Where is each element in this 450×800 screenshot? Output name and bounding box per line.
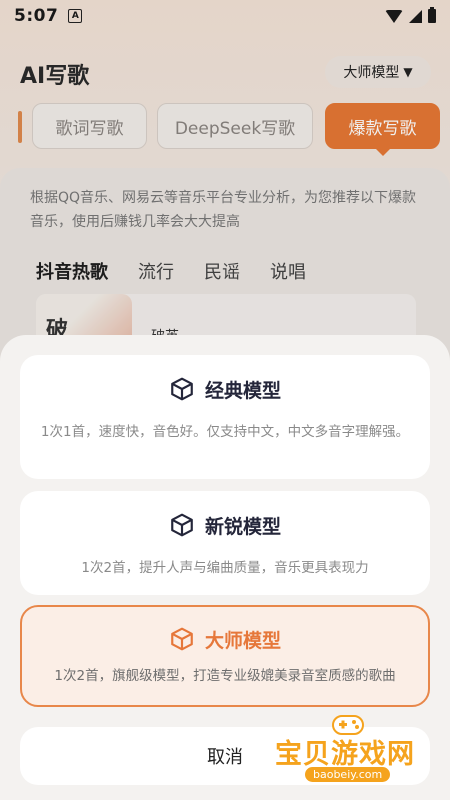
cube-icon [171, 377, 193, 401]
cancel-label: 取消 [207, 747, 243, 768]
watermark-text: 宝贝游戏网 [275, 739, 415, 770]
option-header: 经典模型 [22, 373, 428, 405]
option-title: 新锐模型 [204, 515, 281, 538]
option-classic-model[interactable]: 经典模型 1次1首，速度快，音色好。仅支持中文，中文多音字理解强。 [20, 355, 430, 479]
option-description: 1次2首，旗舰级模型，打造专业级媲美录音室质感的歌曲 [54, 668, 396, 684]
cube-icon [171, 513, 193, 537]
option-description: 1次2首，提升人声与编曲质量，音乐更具表现力 [81, 560, 369, 576]
option-new-model[interactable]: 新锐模型 1次2首，提升人声与编曲质量，音乐更具表现力 [20, 491, 430, 595]
option-title: 大师模型 [204, 629, 281, 652]
cube-icon [171, 627, 193, 651]
option-master-model[interactable]: 大师模型 1次2首，旗舰级模型，打造专业级媲美录音室质感的歌曲 [20, 605, 430, 707]
option-title: 经典模型 [204, 379, 281, 402]
watermark-domain: baobeiy.com [305, 767, 391, 782]
option-header: 大师模型 [22, 623, 428, 655]
option-description: 1次1首，速度快，音色好。仅支持中文，中文多音字理解强。 [40, 424, 410, 440]
watermark: 宝贝游戏网 baobeiy.com [275, 712, 445, 792]
option-header: 新锐模型 [22, 509, 428, 541]
